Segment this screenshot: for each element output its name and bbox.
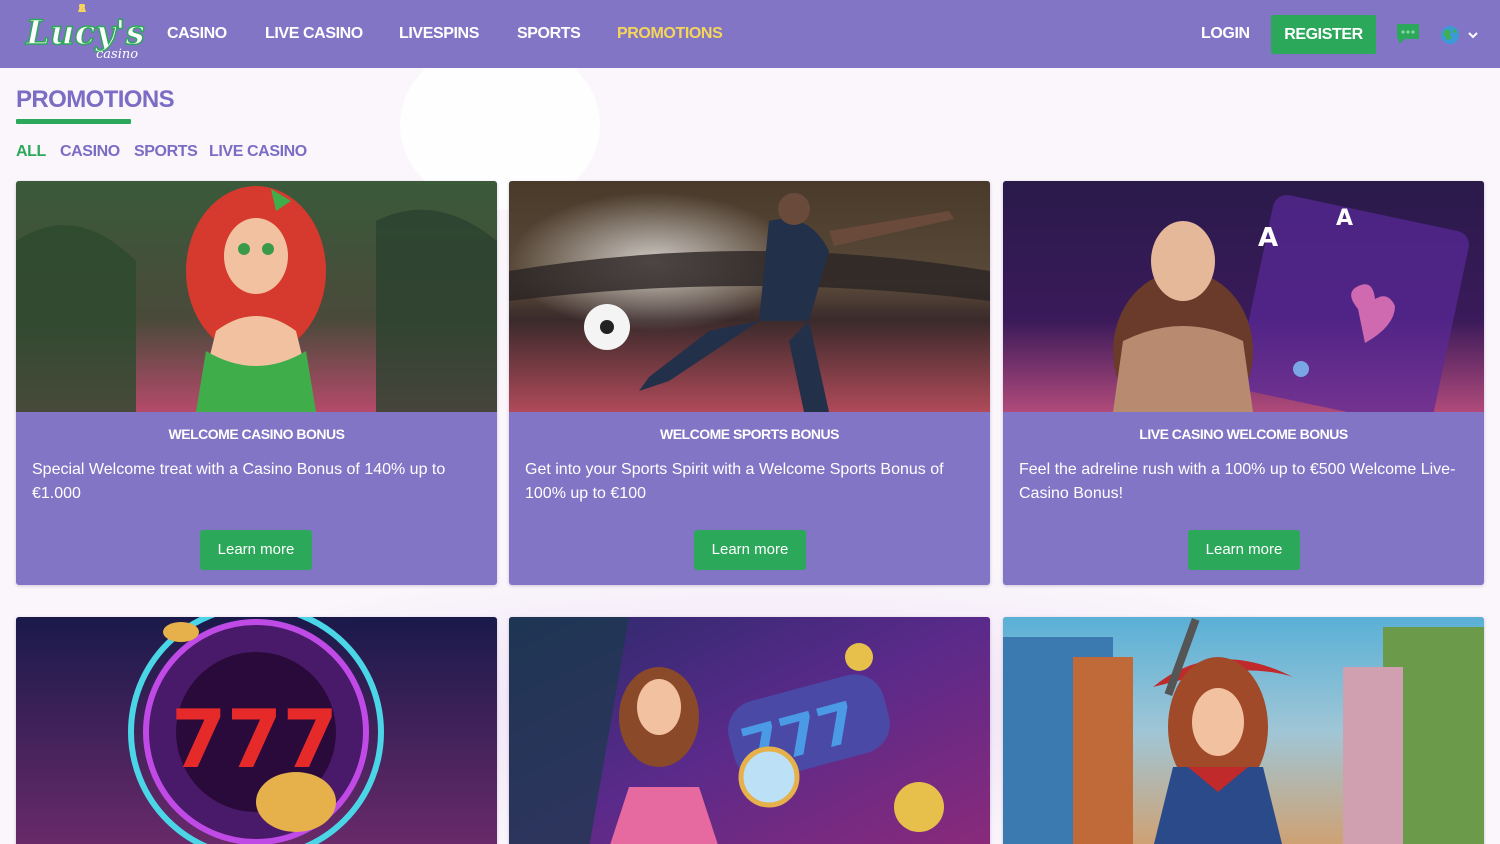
promotion-card: WELCOME SPORTS BONUS Get into your Sport… bbox=[509, 181, 990, 585]
promo-description: Feel the adreline rush with a 100% up to… bbox=[1019, 461, 1456, 502]
svg-text:777: 777 bbox=[171, 693, 338, 786]
nav-promotions[interactable]: PROMOTIONS bbox=[617, 0, 723, 68]
nav-livespins[interactable]: LIVESPINS bbox=[399, 0, 479, 68]
promo-image-cowgirl bbox=[1003, 617, 1484, 844]
svg-text:A: A bbox=[1258, 223, 1278, 253]
language-selector[interactable] bbox=[1440, 24, 1480, 46]
globe-icon bbox=[1441, 26, 1459, 44]
promo-image-jackpot-wheel: 777 bbox=[16, 617, 497, 844]
filter-all[interactable]: ALL bbox=[16, 143, 46, 161]
nav-live-casino[interactable]: LIVE CASINO bbox=[265, 0, 363, 68]
title-underline bbox=[16, 119, 131, 124]
promo-description: Get into your Sports Spirit with a Welco… bbox=[525, 461, 944, 502]
page-title: PROMOTIONS bbox=[16, 86, 175, 113]
promotion-card: 777 bbox=[16, 617, 497, 844]
login-link[interactable]: LOGIN bbox=[1201, 0, 1250, 68]
nav-sports[interactable]: SPORTS bbox=[517, 0, 581, 68]
promo-description: Special Welcome treat with a Casino Bonu… bbox=[32, 461, 446, 502]
svg-text:A: A bbox=[1336, 206, 1353, 231]
promo-title: LIVE CASINO WELCOME BONUS bbox=[1139, 426, 1348, 442]
chat-bubble-icon[interactable] bbox=[1395, 22, 1421, 46]
promo-title: WELCOME CASINO BONUS bbox=[168, 426, 345, 442]
promotion-card bbox=[1003, 617, 1484, 844]
learn-more-button[interactable]: Learn more bbox=[694, 530, 806, 570]
top-navigation-bar: Lucy's casino CASINO LIVE CASINO LIVESPI… bbox=[0, 0, 1500, 68]
promotion-card: WELCOME CASINO BONUS Special Welcome tre… bbox=[16, 181, 497, 585]
promo-image-sports bbox=[509, 181, 990, 412]
learn-more-button[interactable]: Learn more bbox=[1188, 530, 1300, 570]
brand-logo[interactable]: Lucy's casino bbox=[22, 4, 146, 64]
promo-image-anime-slot: 777 bbox=[509, 617, 990, 844]
logo-subtext: casino bbox=[96, 47, 138, 62]
learn-more-button[interactable]: Learn more bbox=[200, 530, 312, 570]
promotion-card: 777 bbox=[509, 617, 990, 844]
nav-casino[interactable]: CASINO bbox=[167, 0, 227, 68]
filter-casino[interactable]: CASINO bbox=[60, 143, 120, 161]
filter-live-casino[interactable]: LIVE CASINO bbox=[209, 143, 307, 161]
promotion-card: A A LIVE CASINO WELCOME BONUS Feel the a… bbox=[1003, 181, 1484, 585]
promo-image-casino bbox=[16, 181, 497, 412]
filter-sports[interactable]: SPORTS bbox=[134, 143, 198, 161]
chevron-down-icon bbox=[1468, 32, 1478, 39]
promo-image-live-casino: A A bbox=[1003, 181, 1484, 412]
register-button[interactable]: REGISTER bbox=[1271, 15, 1376, 54]
promo-title: WELCOME SPORTS BONUS bbox=[659, 426, 840, 442]
